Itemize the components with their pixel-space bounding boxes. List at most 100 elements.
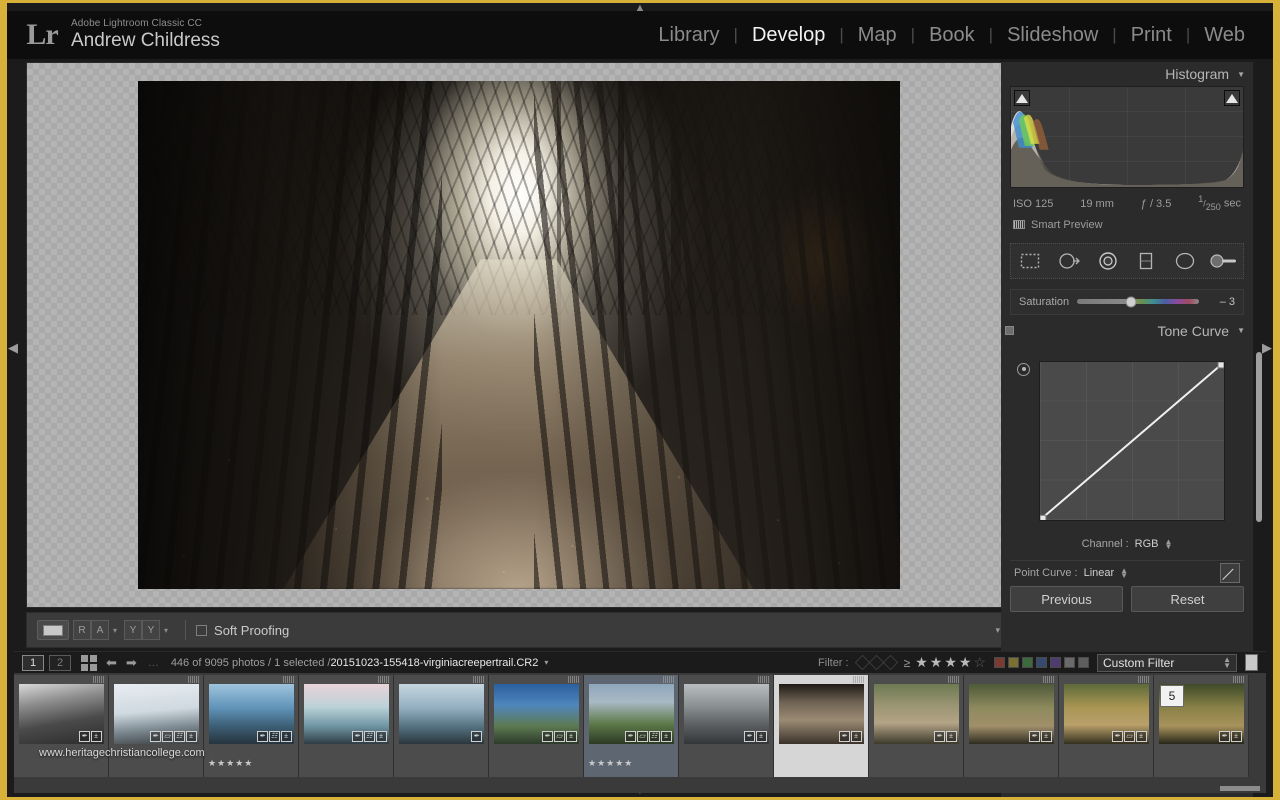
right-panel-scrollbar[interactable] [1256,352,1262,522]
current-filename[interactable]: 20151023-155418-virginiacreepertrail.CR2 [330,657,538,669]
custom-filter-select[interactable]: Custom Filter ▲ ▼ [1097,653,1237,672]
thumbnail-image-blue-ocean-rocks[interactable]: ✒ ☷ ± [208,684,294,744]
filmstrip-thumbnail[interactable]: ✒ ±5 [1154,675,1249,777]
thumbnail-badge-2-icon[interactable]: ± [90,731,102,742]
point-curve-edit-button[interactable] [1220,563,1240,584]
flag-rejected-icon[interactable] [882,654,898,671]
toolbar-options-caret-icon[interactable]: ▾ [995,625,1000,636]
before-view-button[interactable]: R [73,620,91,640]
flag-unflagged-icon[interactable] [868,654,884,671]
thumbnail-badge-1-icon[interactable]: ✒ [78,731,90,742]
histogram-panel-header[interactable]: Histogram ▼ [1001,62,1253,86]
thumbnail-image-green-bluff-sky[interactable]: ✒ ▭ ☷ ± [588,684,674,744]
compare-right-button[interactable]: Y [142,620,161,640]
thumbnail-badge-2-icon[interactable]: ± [1230,731,1242,742]
soft-proofing-label[interactable]: Soft Proofing [214,623,289,638]
thumbnail-badge-1-icon[interactable]: ✒ [1218,731,1230,742]
filmstrip-thumbnail[interactable]: ✒ ± [964,675,1059,777]
thumbnail-badge-2-icon[interactable]: ▭ [1123,731,1135,742]
thumbnail-image-pink-sky-shore[interactable]: ✒ ☷ ± [303,684,389,744]
module-develop[interactable]: Develop [738,24,839,47]
custom-filter-stepper-icon[interactable]: ▲ ▼ [1223,655,1231,669]
soft-proofing-checkbox[interactable] [196,624,208,636]
thumbnail-image-sea-cliff-white[interactable]: ✒ ▭ ☷ ± [113,684,199,744]
thumbnail-badge-1-icon[interactable]: ✒ [838,731,850,742]
crop-overlay-icon[interactable] [1015,248,1045,274]
thumbnail-badge-1-icon[interactable]: ✒ [256,731,268,742]
thumbnail-badge-2-icon[interactable]: ± [945,731,957,742]
thumbnail-badge-2-icon[interactable]: ▭ [161,731,173,742]
rating-operator[interactable]: ≥ [904,656,911,670]
flag-picked-icon[interactable] [854,654,870,671]
red-eye-correction-icon[interactable] [1093,248,1123,274]
color-label-7-icon[interactable] [1078,657,1089,668]
photo-preview[interactable] [137,81,900,589]
channel-value[interactable]: RGB [1135,538,1159,550]
before-after-caret-icon[interactable]: ▾ [113,626,117,635]
filmstrip-thumbnail[interactable]: ✒ ± [774,675,869,777]
filmstrip-thumbnail[interactable]: ✒ ▭ ☷ ± ★★★★★ [584,675,679,777]
thumbnail-image-autumn-stream-2[interactable]: ✒ ± [968,684,1054,744]
thumbnail-badge-4-icon[interactable]: ± [660,731,672,742]
thumbnail-image-autumn-stream-3[interactable]: ✒ ▭ ± [1063,684,1149,744]
thumbnail-badge-3-icon[interactable]: ± [375,731,387,742]
go-forward-arrow-icon[interactable]: ➡ [126,655,137,671]
tone-curve-panel-header[interactable]: Tone Curve ▼ [1001,319,1253,343]
go-back-arrow-icon[interactable]: ⬅ [106,655,117,671]
color-label-1-icon[interactable] [994,657,1005,668]
thumbnail-badge-1-icon[interactable]: ✒ [743,731,755,742]
shadow-clipping-indicator[interactable] [1014,90,1030,106]
thumbnail-image-coastline-dusk[interactable]: ✒ [398,684,484,744]
color-label-3-icon[interactable] [1022,657,1033,668]
filmstrip-thumbnail[interactable]: ✒ ▭ ± [489,675,584,777]
targeted-adjustment-tool-icon[interactable] [1017,362,1030,376]
previous-button[interactable]: Previous [1010,586,1123,612]
chevron-down-icon[interactable]: ▾ [544,658,548,667]
star-5-icon[interactable]: ☆ [973,654,986,671]
compare-caret-icon[interactable]: ▾ [164,626,168,635]
filmstrip-thumbnail[interactable]: ✒ ▭ ☷ ± [109,675,204,777]
chevron-down-icon[interactable]: ▼ [1237,326,1245,335]
highlight-clipping-indicator[interactable] [1224,90,1240,106]
module-library[interactable]: Library [644,24,733,47]
thumbnail-badge-2-icon[interactable]: ▭ [636,731,648,742]
module-slideshow[interactable]: Slideshow [993,24,1112,47]
filmstrip-thumbnail[interactable]: ✒ [394,675,489,777]
color-label-6-icon[interactable] [1064,657,1075,668]
module-web[interactable]: Web [1190,24,1259,47]
point-curve-stepper-icon[interactable]: ▲ ▼ [1120,567,1128,580]
thumbnail-rating[interactable]: ★★★★★ [208,758,253,769]
after-view-button[interactable]: A [91,620,109,640]
photo-canvas[interactable] [26,62,1011,608]
graduated-filter-icon[interactable] [1131,248,1161,274]
star-4-icon[interactable]: ★ [959,654,972,671]
thumbnail-image-deep-blue-overlook[interactable]: ✒ ▭ ± [493,684,579,744]
star-3-icon[interactable]: ★ [944,654,957,671]
thumbnail-badge-2-icon[interactable]: ☷ [363,731,375,742]
loupe-view-button[interactable] [37,620,69,640]
thumbnail-badge-2-icon[interactable]: ± [755,731,767,742]
monitor-1-button[interactable]: 1 [22,654,44,671]
module-book[interactable]: Book [915,24,989,47]
filmstrip-thumbnail[interactable]: ✒ ± [869,675,964,777]
spot-removal-icon[interactable] [1054,248,1084,274]
thumbnail-image-grey-moor-path[interactable]: ✒ ± [683,684,769,744]
chevron-down-icon[interactable]: ▼ [1237,70,1245,79]
thumbnail-badge-1-icon[interactable]: ✒ [933,731,945,742]
filmstrip-scrollbar[interactable] [1220,786,1260,791]
thumbnail-badge-2-icon[interactable]: ☷ [268,731,280,742]
filter-panel-toggle[interactable] [1245,654,1258,671]
smart-preview-row[interactable]: Smart Preview [1001,212,1253,231]
thumbnail-badge-1-icon[interactable]: ✒ [541,731,553,742]
saturation-slider-handle[interactable] [1125,296,1137,308]
module-print[interactable]: Print [1117,24,1186,47]
thumbnail-badge-2-icon[interactable]: ▭ [553,731,565,742]
saturation-slider[interactable] [1077,296,1199,308]
star-2-icon[interactable]: ★ [930,654,943,671]
grid-view-icon[interactable] [81,654,97,671]
filmstrip-thumbnail[interactable]: ✒ ± [14,675,109,777]
thumbnail-badge-1-icon[interactable]: ✒ [624,731,636,742]
thumbnail-image-autumn-stream-1[interactable]: ✒ ± [873,684,959,744]
filmstrip-thumbnail[interactable]: ✒ ± [679,675,774,777]
top-panel-toggle-arrow[interactable]: ▲ [635,3,646,14]
